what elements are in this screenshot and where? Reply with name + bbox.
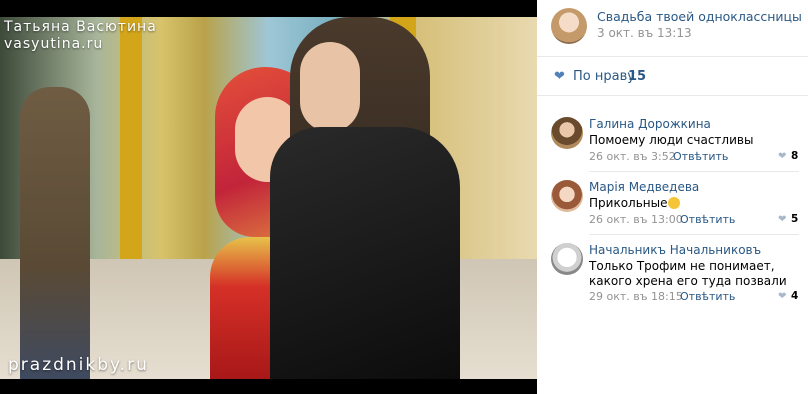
heart-icon[interactable]: ❤ [778, 214, 786, 225]
comment-item: Марія Медведева Прикольные 26 окт. въ 13… [537, 180, 808, 234]
comment-date[interactable]: 29 окт. въ 18:15 [589, 290, 683, 303]
divider [589, 171, 799, 172]
avatar[interactable] [551, 117, 583, 149]
photo-bystander [20, 87, 90, 379]
comment-like-count[interactable]: 8 [791, 150, 798, 162]
comment-like-count[interactable]: 4 [791, 290, 798, 302]
comment-text: Только Трофим не понимает, какого хрена … [589, 259, 787, 288]
comments-panel: Свадьба твоей одноклассницы 3 окт. въ 13… [537, 0, 808, 394]
reply-link[interactable]: Отвѣтить [680, 290, 735, 303]
post-title[interactable]: Свадьба твоей одноклассницы [597, 9, 802, 24]
photo-groom [260, 17, 480, 379]
heart-icon[interactable]: ❤ [778, 151, 786, 162]
watermark-name: Татьяна Васютина [4, 19, 157, 35]
comment-date[interactable]: 26 окт. въ 13:00 [589, 213, 683, 226]
post-date[interactable]: 3 окт. въ 13:13 [597, 26, 692, 40]
comment-like-count[interactable]: 5 [791, 213, 798, 225]
comment-author[interactable]: Галина Дорожкина [589, 117, 711, 131]
likes-bar: ❤ По нраву 15 [537, 56, 808, 96]
post-photo[interactable]: Татьяна Васютина vasyutina.ru prazdnikby… [0, 17, 537, 379]
comment-item: Галина Дорожкина Помоему люди счастливы … [537, 117, 808, 171]
post-header: Свадьба твоей одноклассницы 3 окт. въ 13… [537, 0, 808, 52]
avatar[interactable] [551, 8, 587, 44]
comment-author[interactable]: Начальникъ Начальниковъ [589, 243, 761, 257]
photo-viewer: Татьяна Васютина vasyutina.ru prazdnikby… [0, 0, 808, 394]
watermark-bottom: prazdnikby.ru [8, 355, 149, 375]
avatar[interactable] [551, 180, 583, 212]
comment-text: Помоему люди счастливы [589, 133, 754, 147]
divider [589, 234, 799, 235]
avatar[interactable] [551, 243, 583, 275]
like-count[interactable]: 15 [628, 69, 646, 84]
smile-emoji-icon [668, 197, 681, 209]
like-button[interactable]: По нраву [573, 69, 635, 84]
watermark-site: vasyutina.ru [4, 36, 104, 52]
comment-author[interactable]: Марія Медведева [589, 180, 699, 194]
comment-text: Прикольные [589, 196, 801, 211]
heart-icon[interactable]: ❤ [778, 291, 786, 302]
comment-date[interactable]: 26 окт. въ 3:52 [589, 150, 676, 163]
comment-item: Начальникъ Начальниковъ Только Трофим не… [537, 243, 808, 311]
reply-link[interactable]: Отвѣтить [673, 150, 728, 163]
heart-icon[interactable]: ❤ [554, 70, 566, 83]
comment-text-value: Прикольные [589, 196, 668, 210]
reply-link[interactable]: Отвѣтить [680, 213, 735, 226]
